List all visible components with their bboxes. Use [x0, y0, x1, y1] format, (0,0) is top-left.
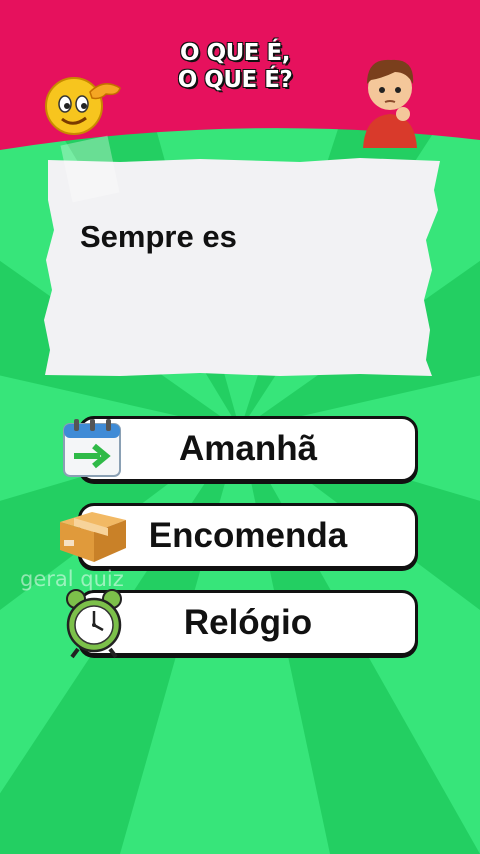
answer-label: Relógio: [183, 603, 313, 642]
calendar-arrow-icon: [63, 419, 121, 477]
alarm-clock-icon: [66, 589, 122, 659]
answer-option-amanha[interactable]: Amanhã: [78, 416, 418, 482]
question-text: Sempre es: [80, 219, 237, 254]
watermark-text: geral quiz: [20, 567, 124, 591]
answer-label: Encomenda: [148, 516, 348, 555]
package-box-icon: [60, 512, 126, 562]
answer-label: Amanhã: [178, 429, 318, 468]
answer-option-relogio[interactable]: Relógio: [78, 590, 418, 656]
